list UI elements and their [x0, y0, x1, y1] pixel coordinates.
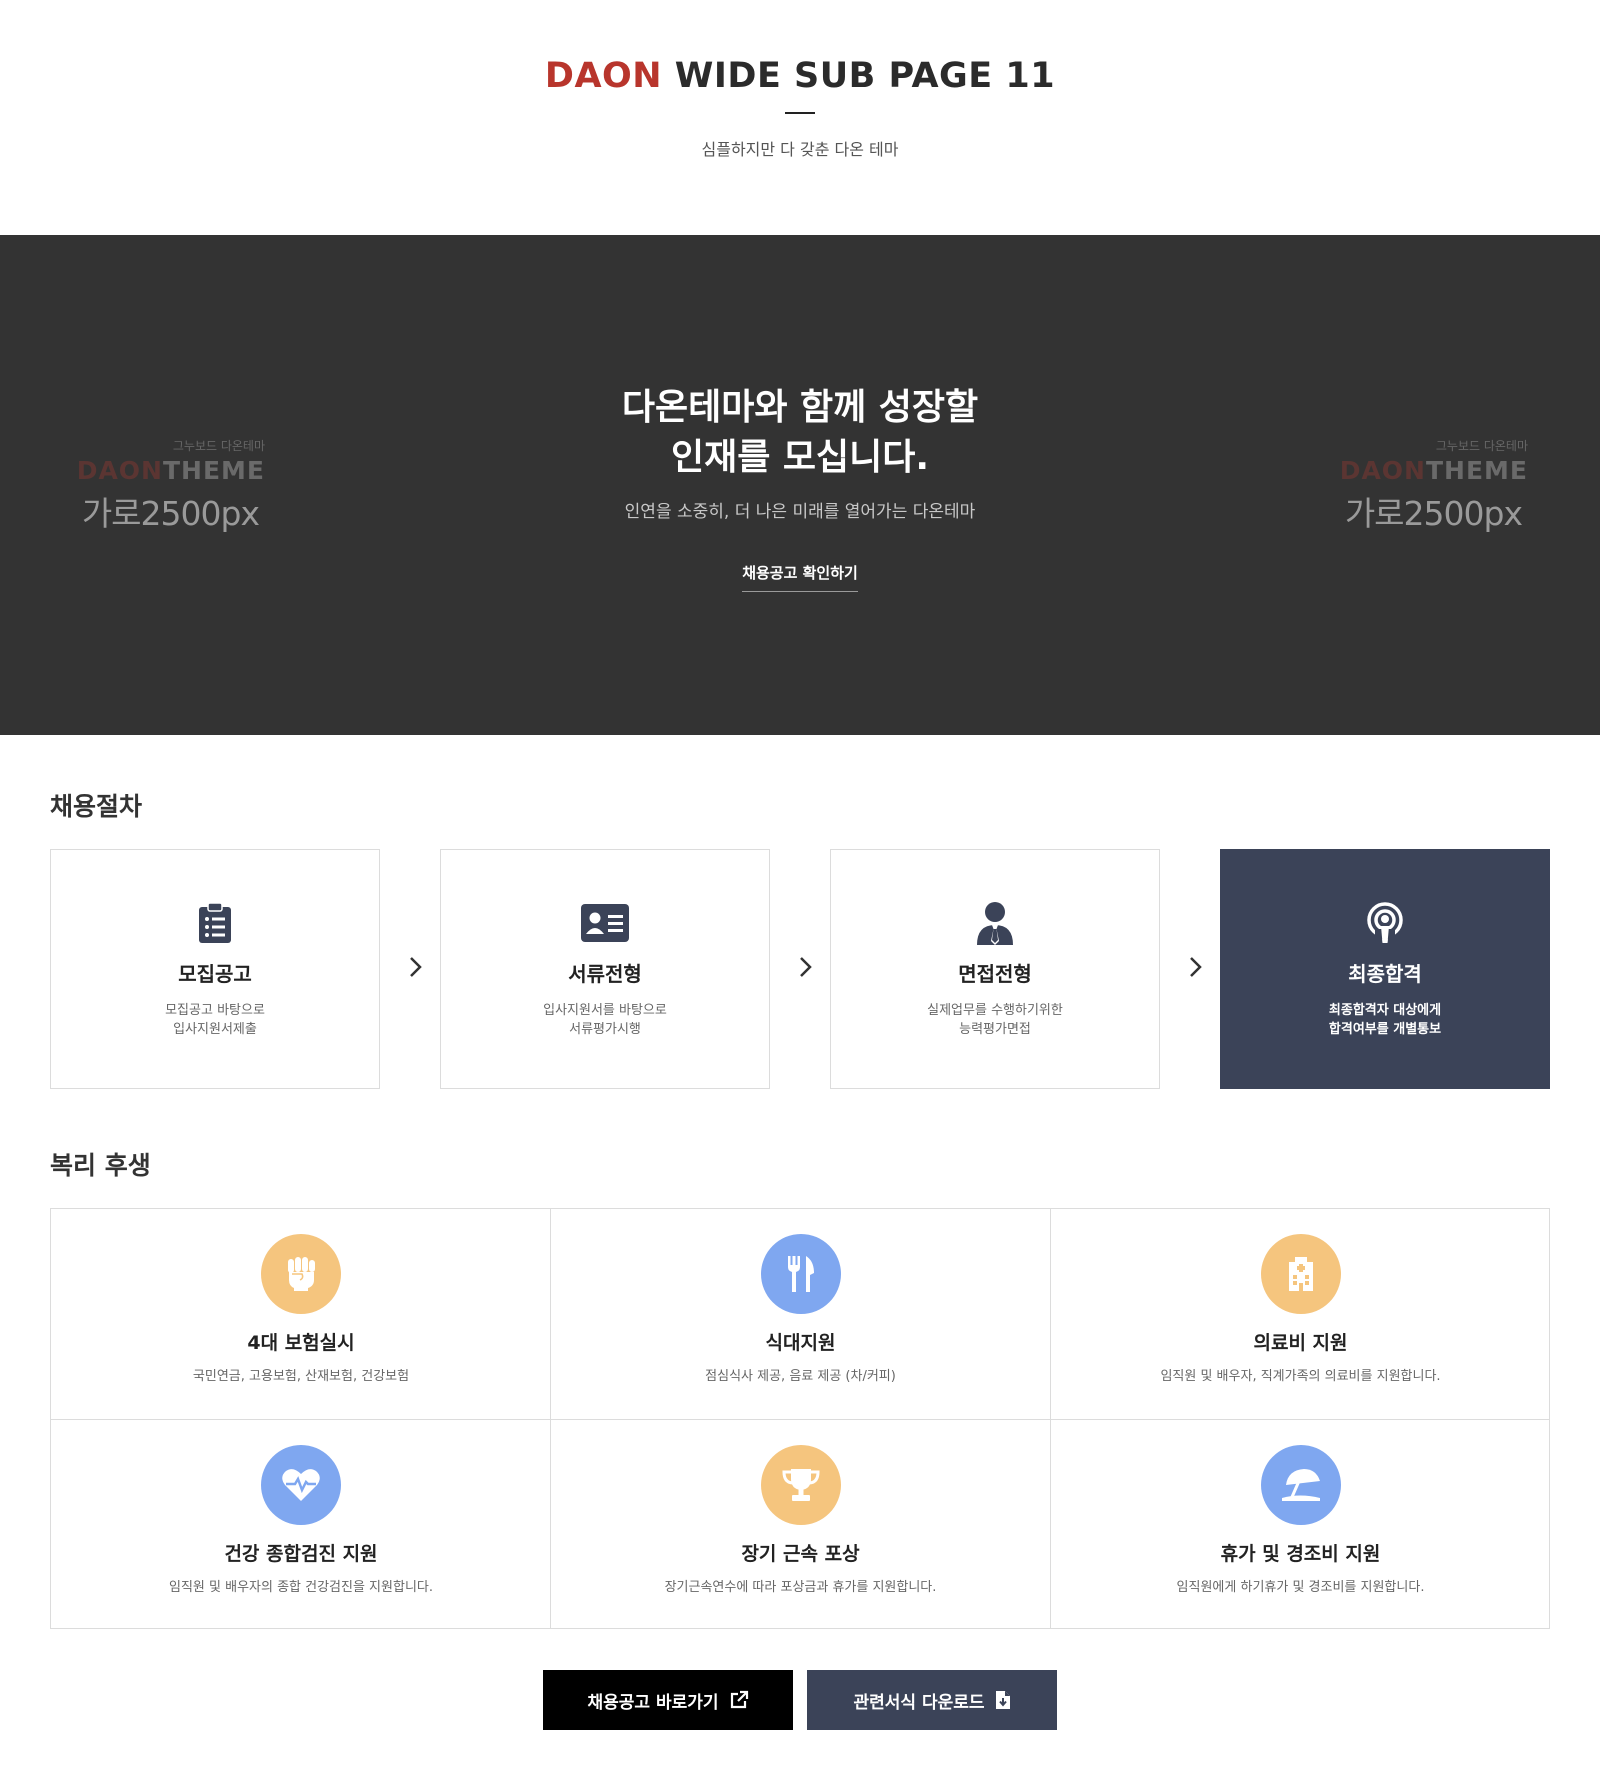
chevron-right-icon	[1190, 957, 1202, 977]
step-desc-line1: 모집공고 바탕으로	[165, 1003, 265, 1018]
step-card-1: 모집공고 모집공고 바탕으로 입사지원서제출	[50, 849, 380, 1089]
hero-side-logo-left: 그누보드 다온테마 DAONTHEME 가로2500px	[65, 437, 265, 535]
page-subtitle: 심플하지만 다 갖춘 다온 테마	[701, 140, 899, 159]
step-description: 모집공고 바탕으로 입사지원서제출	[51, 1001, 379, 1039]
welfare-title: 건강 종합검진 지원	[224, 1543, 378, 1565]
step-card-3: 면접전형 실제업무를 수행하기위한 능력평가면접	[830, 849, 1160, 1089]
chevron-right-icon	[800, 957, 812, 977]
side-logo-brand-daon: DAON	[76, 456, 163, 485]
step-card-2: 서류전형 입사지원서를 바탕으로 서류평가시행	[440, 849, 770, 1089]
step-title: 모집공고	[178, 962, 252, 986]
step-title: 최종합격	[1348, 962, 1422, 986]
welfare-description: 임직원 및 배우자의 종합 건강검진을 지원합니다.	[169, 1580, 433, 1595]
welfare-item-longservice: 장기 근속 포상 장기근속연수에 따라 포상금과 휴가를 지원합니다.	[550, 1419, 1050, 1629]
step-desc-line2: 서류평가시행	[569, 1022, 641, 1037]
welfare-description: 점심식사 제공, 음료 제공 (차/커피)	[705, 1369, 896, 1384]
side-logo-size: 가로2500px	[1344, 494, 1523, 533]
step-desc-line1: 최종합격자 대상에게	[1328, 1003, 1442, 1018]
welfare-title: 4대 보험실시	[247, 1332, 355, 1354]
side-logo-small-text: 그누보드 다온테마	[172, 439, 265, 453]
download-forms-button[interactable]: 관련서식 다운로드	[807, 1670, 1057, 1730]
page-title-rest: WIDE SUB PAGE 11	[662, 56, 1056, 96]
step-title: 서류전형	[568, 962, 642, 986]
id-card-icon	[580, 898, 630, 948]
welfare-grid: 4대 보험실시 국민연금, 고용보험, 산재보험, 건강보험 식대지원 점심식사…	[50, 1208, 1550, 1629]
welfare-description: 임직원에게 하기휴가 및 경조비를 지원합니다.	[1176, 1580, 1425, 1595]
page-header: DAON WIDE SUB PAGE 11 심플하지만 다 갖춘 다온 테마	[0, 56, 1600, 160]
side-logo-size: 가로2500px	[81, 494, 260, 533]
page-title-accent: DAON	[544, 56, 663, 96]
welfare-title: 장기 근속 포상	[741, 1543, 860, 1565]
utensils-icon	[760, 1234, 841, 1314]
step-title: 면접전형	[958, 962, 1032, 986]
title-divider	[785, 112, 815, 114]
file-download-icon	[995, 1690, 1011, 1710]
heartbeat-icon	[261, 1445, 341, 1525]
umbrella-beach-icon	[1260, 1445, 1341, 1525]
welfare-section-title: 복리 후생	[50, 1151, 151, 1180]
chevron-right-icon	[410, 957, 422, 977]
step-card-4: 최종합격 최종합격자 대상에게 합격여부를 개별통보	[1220, 849, 1550, 1089]
podcast-icon	[1360, 898, 1410, 948]
welfare-title: 식대지원	[765, 1332, 836, 1354]
step-desc-line1: 실제업무를 수행하기위한	[927, 1003, 1063, 1018]
side-logo-brand-theme: THEME	[162, 456, 265, 485]
step-description: 최종합격자 대상에게 합격여부를 개별통보	[1221, 1001, 1549, 1039]
process-section-title: 채용절차	[50, 792, 143, 821]
step-description: 입사지원서를 바탕으로 서류평가시행	[441, 1001, 769, 1039]
welfare-item-medical: 의료비 지원 임직원 및 배우자, 직계가족의 의료비를 지원합니다.	[1050, 1209, 1550, 1419]
welfare-item-meal: 식대지원 점심식사 제공, 음료 제공 (차/커피)	[550, 1209, 1050, 1419]
welfare-item-insurance: 4대 보험실시 국민연금, 고용보험, 산재보험, 건강보험	[51, 1209, 551, 1419]
step-description: 실제업무를 수행하기위한 능력평가면접	[831, 1001, 1159, 1039]
welfare-description: 국민연금, 고용보험, 산재보험, 건강보험	[192, 1369, 410, 1384]
recruit-shortcut-label: 채용공고 바로가기	[587, 1692, 719, 1713]
hero-title-line1: 다온테마와 함께 성장할	[621, 387, 979, 428]
hero-recruit-link[interactable]: 채용공고 확인하기	[742, 562, 858, 592]
side-logo-brand: DAONTHEME	[65, 456, 265, 485]
process-steps: 모집공고 모집공고 바탕으로 입사지원서제출 서류전형 입사지원서를 바탕으로 …	[50, 849, 1550, 1089]
fist-icon	[261, 1234, 341, 1314]
side-logo-brand-daon: DAON	[1339, 456, 1426, 485]
welfare-title: 의료비 지원	[1253, 1332, 1348, 1354]
side-logo-small-text: 그누보드 다온테마	[1435, 439, 1528, 453]
side-logo-brand-theme: THEME	[1425, 456, 1528, 485]
download-forms-label: 관련서식 다운로드	[853, 1692, 985, 1713]
clipboard-list-icon	[190, 898, 240, 948]
hero-side-logo-right: 그누보드 다온테마 DAONTHEME 가로2500px	[1328, 437, 1528, 535]
page-title: DAON WIDE SUB PAGE 11	[0, 56, 1600, 96]
trophy-icon	[760, 1445, 841, 1525]
welfare-description: 임직원 및 배우자, 직계가족의 의료비를 지원합니다.	[1160, 1369, 1441, 1384]
user-tie-icon	[970, 898, 1020, 948]
step-desc-line2: 능력평가면접	[959, 1022, 1031, 1037]
step-desc-line1: 입사지원서를 바탕으로	[543, 1003, 667, 1018]
side-logo-brand: DAONTHEME	[1328, 456, 1528, 485]
welfare-title: 휴가 및 경조비 지원	[1220, 1543, 1381, 1565]
welfare-item-checkup: 건강 종합검진 지원 임직원 및 배우자의 종합 건강검진을 지원합니다.	[51, 1419, 551, 1629]
hospital-icon	[1260, 1234, 1341, 1314]
welfare-description: 장기근속연수에 따라 포상금과 휴가를 지원합니다.	[664, 1580, 937, 1595]
recruit-shortcut-button[interactable]: 채용공고 바로가기	[543, 1670, 793, 1730]
external-link-icon	[729, 1690, 749, 1710]
step-desc-line2: 입사지원서제출	[173, 1022, 257, 1037]
welfare-item-vacation: 휴가 및 경조비 지원 임직원에게 하기휴가 및 경조비를 지원합니다.	[1050, 1419, 1550, 1629]
step-desc-line2: 합격여부를 개별통보	[1328, 1022, 1442, 1037]
